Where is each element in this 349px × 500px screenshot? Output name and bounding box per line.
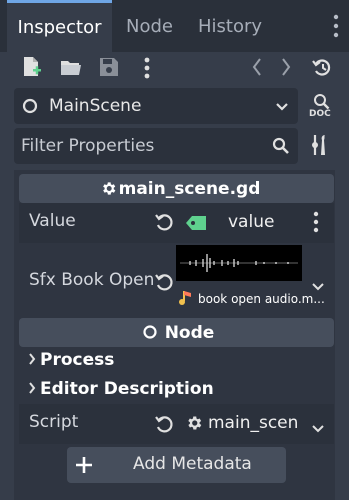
script-property-value[interactable]: main_scen: [208, 413, 298, 433]
chevron-right-icon: [28, 379, 36, 399]
string-name-tag-icon: [185, 215, 207, 231]
node-section-header[interactable]: Node: [19, 318, 334, 347]
script-dropdown-chevron-icon[interactable]: [312, 419, 324, 438]
script-section-title: main_scene.gd: [118, 178, 261, 199]
group-editor-description[interactable]: Editor Description: [28, 379, 214, 399]
value-property-field[interactable]: value: [228, 212, 274, 232]
add-metadata-label: Add Metadata: [133, 454, 252, 474]
node-section-title: Node: [164, 322, 215, 343]
script-gear-icon: [185, 414, 203, 436]
chevron-down-icon: [275, 99, 289, 118]
scene-selector-value: MainScene: [49, 96, 142, 116]
node-circle-icon: [142, 324, 158, 345]
add-metadata-button[interactable]: Add Metadata: [67, 447, 286, 483]
group-process-label: Process: [40, 350, 115, 370]
filter-properties-field[interactable]: [14, 128, 298, 164]
revert-icon[interactable]: [154, 212, 174, 236]
doc-label: DOC: [309, 109, 331, 119]
forward-icon[interactable]: [279, 56, 303, 80]
filter-properties-input[interactable]: [21, 128, 251, 164]
back-icon[interactable]: [250, 56, 274, 80]
tab-node-label: Node: [126, 15, 173, 37]
audio-file-icon: [178, 289, 194, 311]
script-property-label: Script: [29, 412, 79, 432]
gear-icon: [100, 180, 117, 202]
tab-history-label: History: [198, 15, 263, 37]
tab-node[interactable]: Node: [126, 0, 176, 52]
chevron-right-icon: [28, 350, 36, 370]
sfx-dropdown-chevron-icon[interactable]: [312, 277, 324, 296]
history-icon[interactable]: [311, 56, 335, 80]
node-circle-icon: [22, 98, 38, 118]
group-process[interactable]: Process: [28, 350, 114, 370]
more-options-icon[interactable]: [143, 56, 167, 80]
new-resource-icon[interactable]: [22, 56, 46, 80]
tab-history[interactable]: History: [198, 0, 262, 52]
dock-menu-icon[interactable]: [333, 14, 341, 42]
audio-file-name: book open audio.m...: [198, 292, 325, 306]
search-icon: [272, 137, 290, 159]
tab-inspector-label: Inspector: [17, 17, 102, 38]
documentation-button[interactable]: DOC: [309, 93, 335, 121]
group-editor-description-label: Editor Description: [40, 379, 214, 399]
script-revert-icon[interactable]: [154, 414, 174, 438]
scene-selector[interactable]: MainScene: [14, 88, 298, 124]
value-property-label: Value: [29, 211, 76, 231]
object-tools-icon[interactable]: [310, 133, 332, 161]
plus-icon: [75, 456, 93, 479]
sfx-property-label: Sfx Book Open: [29, 270, 155, 290]
open-folder-icon[interactable]: [60, 56, 84, 80]
audio-waveform-preview[interactable]: [176, 245, 302, 281]
value-more-icon[interactable]: [312, 211, 320, 237]
tab-inspector[interactable]: Inspector: [7, 0, 112, 52]
script-section-header[interactable]: main_scene.gd: [19, 174, 334, 203]
sfx-revert-icon[interactable]: [154, 272, 174, 296]
save-icon[interactable]: [98, 56, 122, 80]
